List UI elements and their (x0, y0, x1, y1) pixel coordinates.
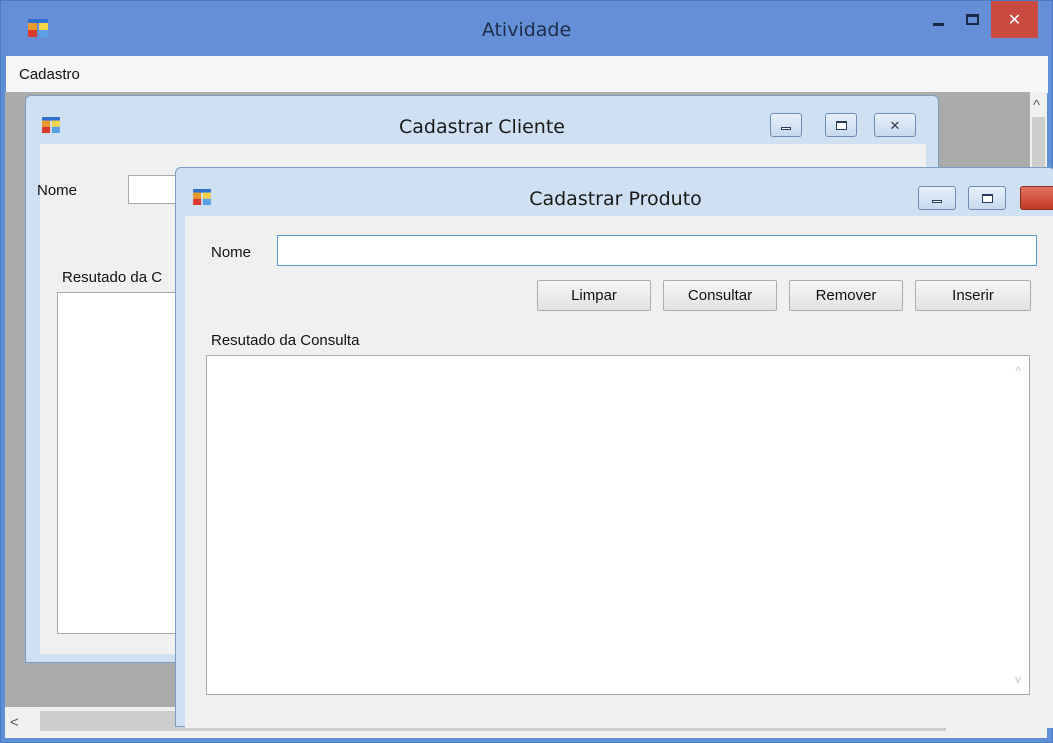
main-close-button[interactable]: ✕ (991, 1, 1038, 38)
consultar-button[interactable]: Consultar (663, 280, 777, 311)
inserir-button[interactable]: Inserir (915, 280, 1031, 311)
minimize-icon (932, 199, 942, 203)
minimize-icon (932, 23, 944, 26)
close-icon: ✕ (889, 117, 901, 133)
textbox-scroll-up-icon[interactable]: ^ (1015, 364, 1021, 378)
cliente-nome-label: Nome (37, 182, 78, 199)
cliente-maximize-button[interactable] (825, 113, 857, 137)
main-window-title: Atividade (481, 19, 572, 41)
produto-result-box[interactable]: ^ v (206, 355, 1030, 695)
cliente-minimize-button[interactable] (770, 113, 802, 137)
main-maximize-button[interactable] (955, 1, 989, 38)
produto-maximize-button[interactable] (968, 186, 1006, 210)
menu-bar: Cadastro (6, 56, 1048, 93)
produto-nome-label: Nome (211, 244, 252, 261)
close-icon: ✕ (1007, 11, 1022, 29)
maximize-icon (835, 120, 847, 130)
cliente-result-box[interactable] (57, 292, 187, 634)
cliente-close-button[interactable]: ✕ (874, 113, 916, 137)
main-minimize-button[interactable] (921, 1, 955, 38)
maximize-icon (965, 14, 979, 25)
remover-button[interactable]: Remover (789, 280, 903, 311)
scroll-left-icon[interactable]: < (10, 715, 19, 730)
maximize-icon (981, 193, 993, 203)
minimize-icon (781, 126, 791, 130)
produto-result-label: Resutado da Consulta (211, 332, 360, 349)
limpar-button[interactable]: Limpar (537, 280, 651, 311)
scroll-up-icon[interactable]: ^ (1033, 98, 1040, 113)
produto-nome-input[interactable] (277, 235, 1037, 266)
cliente-result-label: Resutado da C (62, 269, 163, 286)
produto-close-button[interactable] (1020, 186, 1053, 210)
textbox-scroll-down-icon[interactable]: v (1015, 672, 1021, 686)
menu-item-cadastro[interactable]: Cadastro (19, 66, 80, 83)
produto-minimize-button[interactable] (918, 186, 956, 210)
main-titlebar[interactable]: Atividade ✕ (1, 1, 1052, 55)
